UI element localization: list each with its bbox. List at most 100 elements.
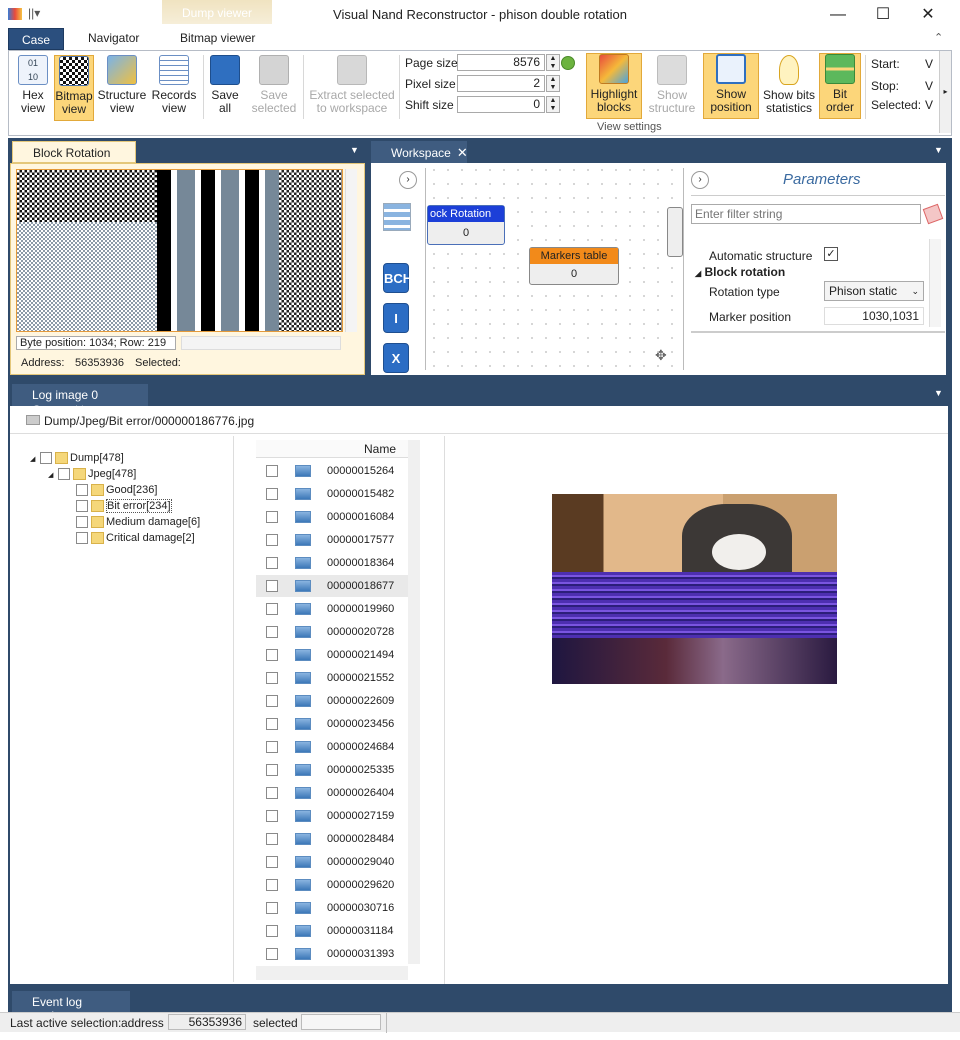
file-list-hscroll[interactable] xyxy=(256,966,408,980)
file-list-row[interactable]: 00000016084 xyxy=(256,506,408,529)
file-checkbox[interactable] xyxy=(266,603,278,616)
file-list-row[interactable]: 00000029620 xyxy=(256,874,408,897)
panel-menu-icon[interactable]: ▼ xyxy=(934,145,943,155)
file-checkbox[interactable] xyxy=(266,948,278,960)
records-view-button[interactable]: Records view xyxy=(151,55,197,121)
auto-structure-checkbox[interactable]: ✓ xyxy=(824,247,838,261)
tree-item[interactable]: ◢ Dump[478] xyxy=(10,450,233,466)
expand-triangle-icon[interactable]: ◢ xyxy=(695,269,701,278)
page-size-input[interactable]: 8576 xyxy=(457,54,545,71)
tree-item[interactable]: Bit error[234] xyxy=(10,498,233,514)
file-list-row[interactable]: 00000031184 xyxy=(256,920,408,943)
bitmap-canvas[interactable] xyxy=(16,169,343,332)
tab-workspace[interactable]: Workspace ✕ xyxy=(371,141,468,163)
file-list-row[interactable]: 00000026404 xyxy=(256,782,408,805)
horizontal-scrollbar[interactable] xyxy=(181,336,341,350)
x-button[interactable]: X xyxy=(383,343,409,373)
tree-checkbox[interactable] xyxy=(58,468,70,481)
block-rotation-node[interactable]: ock Rotation 0 xyxy=(427,205,505,245)
file-list-row[interactable]: 00000020728 xyxy=(256,621,408,644)
shift-size-input[interactable]: 0 xyxy=(457,96,545,113)
file-list-row[interactable]: 00000019960 xyxy=(256,598,408,621)
file-list-row[interactable]: 00000031393 xyxy=(256,943,408,960)
panel-menu-icon[interactable]: ▼ xyxy=(350,145,359,155)
file-checkbox[interactable] xyxy=(266,672,278,685)
file-checkbox[interactable] xyxy=(266,626,278,639)
bit-order-button[interactable]: Bit order xyxy=(819,53,861,119)
minimize-button[interactable]: — xyxy=(826,4,850,26)
file-list-row[interactable]: 00000028484 xyxy=(256,828,408,851)
file-checkbox[interactable] xyxy=(266,833,278,846)
tab-bitmap-viewer[interactable]: Bitmap viewer xyxy=(168,28,267,50)
panel-menu-icon[interactable]: ▼ xyxy=(934,388,943,398)
marker-position-input[interactable]: 1030,1031 xyxy=(824,307,924,325)
file-checkbox[interactable] xyxy=(266,856,278,869)
tab-navigator[interactable]: Navigator xyxy=(76,28,151,50)
tree-item[interactable]: Critical damage[2] xyxy=(10,530,233,546)
save-all-button[interactable]: Save all xyxy=(207,55,243,121)
tree-item[interactable]: Good[236] xyxy=(10,482,233,498)
toolbox-item-structure[interactable] xyxy=(383,203,411,231)
name-column-header[interactable]: Name xyxy=(364,442,396,456)
collapse-ribbon-icon[interactable]: ⌃ xyxy=(934,31,943,44)
tree-checkbox[interactable] xyxy=(76,532,88,545)
rotation-type-select[interactable]: Phison static ⌄ xyxy=(824,281,924,301)
pixel-size-stepper[interactable]: ▲ ▼ xyxy=(546,75,560,92)
file-checkbox[interactable] xyxy=(266,879,278,892)
file-list-row[interactable]: 00000029040 xyxy=(256,851,408,874)
file-list-row[interactable]: 00000030716 xyxy=(256,897,408,920)
file-list-row[interactable]: 00000015482 xyxy=(256,483,408,506)
hex-view-button[interactable]: 01 10 Hex view xyxy=(14,55,52,121)
highlight-blocks-button[interactable]: Highlight blocks xyxy=(586,53,642,119)
extract-selected-button[interactable]: Extract selected to workspace xyxy=(309,55,395,121)
maximize-button[interactable]: ☐ xyxy=(871,4,895,26)
show-structure-button[interactable]: Show structure xyxy=(645,55,699,121)
pixel-size-input[interactable]: 2 xyxy=(457,75,545,92)
file-list-row[interactable]: 00000022609 xyxy=(256,690,408,713)
file-list-row[interactable]: 00000018677 xyxy=(256,575,408,598)
close-button[interactable]: ✕ xyxy=(916,4,940,26)
bitmap-view-button[interactable]: Bitmap view xyxy=(54,55,94,121)
expand-triangle-icon[interactable]: ◢ xyxy=(48,468,58,484)
collapse-parameters-icon[interactable]: › xyxy=(691,171,709,189)
tree-checkbox[interactable] xyxy=(40,452,52,465)
file-checkbox[interactable] xyxy=(266,534,278,547)
i-button[interactable]: I xyxy=(383,303,409,333)
parameters-scrollbar[interactable] xyxy=(929,239,941,327)
tree-checkbox[interactable] xyxy=(76,516,88,529)
filter-input[interactable] xyxy=(691,204,921,224)
refresh-icon[interactable] xyxy=(561,56,575,70)
show-bits-statistics-button[interactable]: Show bits statistics xyxy=(761,55,817,121)
markers-table-node[interactable]: Markers table 0 xyxy=(529,247,619,285)
file-list-row[interactable]: 00000021552 xyxy=(256,667,408,690)
file-list-vscroll[interactable] xyxy=(408,440,420,964)
tab-case[interactable]: Case xyxy=(8,28,64,50)
expand-toolbox-icon[interactable]: › xyxy=(399,171,417,189)
save-selected-button[interactable]: Save selected xyxy=(251,55,297,121)
tree-checkbox[interactable] xyxy=(76,500,88,513)
file-list-row[interactable]: 00000023456 xyxy=(256,713,408,736)
bch-button[interactable]: BCH xyxy=(383,263,412,293)
file-checkbox[interactable] xyxy=(266,787,278,800)
clear-filter-icon[interactable] xyxy=(922,203,944,225)
file-list-row[interactable]: 00000024684 xyxy=(256,736,408,759)
tree-item[interactable]: ◢ Jpeg[478] xyxy=(10,466,233,482)
file-checkbox[interactable] xyxy=(266,810,278,823)
file-checkbox[interactable] xyxy=(266,741,278,754)
file-list-row[interactable]: 00000027159 xyxy=(256,805,408,828)
workspace-canvas[interactable]: ock Rotation 0 Markers table 0 ✥ xyxy=(427,163,683,375)
file-checkbox[interactable] xyxy=(266,925,278,938)
file-checkbox[interactable] xyxy=(266,764,278,777)
file-checkbox[interactable] xyxy=(266,718,278,731)
file-checkbox[interactable] xyxy=(266,557,278,570)
file-list-row[interactable]: 00000015264 xyxy=(256,460,408,483)
expand-triangle-icon[interactable]: ◢ xyxy=(30,452,40,468)
page-size-stepper[interactable]: ▲ ▼ xyxy=(546,54,560,71)
file-list-row[interactable]: 00000021494 xyxy=(256,644,408,667)
file-checkbox[interactable] xyxy=(266,649,278,662)
file-list-row[interactable]: 00000018364 xyxy=(256,552,408,575)
file-checkbox[interactable] xyxy=(266,511,278,524)
tree-checkbox[interactable] xyxy=(76,484,88,497)
structure-view-button[interactable]: Structure view xyxy=(97,55,147,121)
file-list-row[interactable]: 00000017577 xyxy=(256,529,408,552)
